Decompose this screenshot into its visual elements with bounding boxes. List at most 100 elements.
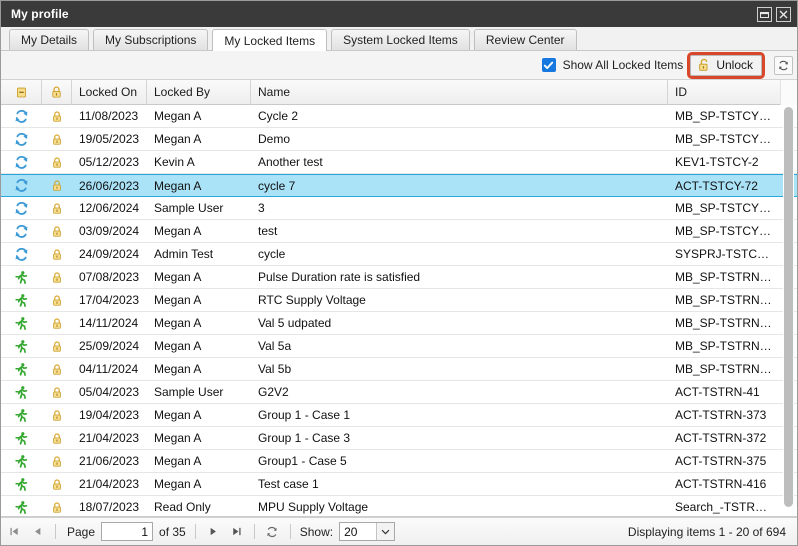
row-state-icon-cell[interactable] <box>1 312 42 334</box>
row-lock-icon-cell[interactable] <box>42 496 72 517</box>
row-lock-icon-cell[interactable] <box>42 404 72 426</box>
tab-system-locked-items[interactable]: System Locked Items <box>331 29 470 50</box>
row-state-icon-cell[interactable] <box>1 105 42 127</box>
cell-id: MB_SP-TSTCY… <box>668 128 782 150</box>
column-header-name[interactable]: Name <box>251 80 668 105</box>
close-icon <box>779 10 788 19</box>
table-row[interactable]: 14/11/2024Megan AVal 5 udpatedMB_SP-TSTR… <box>1 312 797 335</box>
lock-icon <box>51 501 63 514</box>
row-lock-icon-cell[interactable] <box>42 473 72 495</box>
row-lock-icon-cell[interactable] <box>42 266 72 288</box>
row-lock-icon-cell[interactable] <box>42 335 72 357</box>
row-lock-icon-cell[interactable] <box>42 289 72 311</box>
row-lock-icon-cell[interactable] <box>42 175 72 196</box>
cell-locked-by: Megan A <box>147 404 251 426</box>
row-lock-icon-cell[interactable] <box>42 381 72 403</box>
row-state-icon-cell[interactable] <box>1 473 42 495</box>
table-row[interactable]: 19/05/2023Megan ADemoMB_SP-TSTCY… <box>1 128 797 151</box>
show-all-locked-items-checkbox[interactable]: Show All Locked Items <box>542 58 684 72</box>
table-row[interactable]: 25/09/2024Megan AVal 5aMB_SP-TSTRN… <box>1 335 797 358</box>
row-lock-icon-cell[interactable] <box>42 105 72 127</box>
column-header-id[interactable]: ID <box>668 80 782 105</box>
next-page-button[interactable] <box>205 523 222 540</box>
scrollbar-thumb[interactable] <box>784 107 793 507</box>
tab-my-subscriptions[interactable]: My Subscriptions <box>93 29 208 50</box>
row-state-icon-cell[interactable] <box>1 289 42 311</box>
footer-separator-1 <box>55 524 56 539</box>
page-number-input[interactable] <box>101 522 153 541</box>
row-lock-icon-cell[interactable] <box>42 312 72 334</box>
row-lock-icon-cell[interactable] <box>42 243 72 265</box>
previous-page-button[interactable] <box>29 523 46 540</box>
table-row[interactable]: 21/04/2023Megan ATest case 1ACT-TSTRN-41… <box>1 473 797 496</box>
cell-locked-by: Megan A <box>147 289 251 311</box>
table-row[interactable]: 11/08/2023Megan ACycle 2MB_SP-TSTCY… <box>1 105 797 128</box>
row-state-icon-cell[interactable] <box>1 128 42 150</box>
tab-my-details[interactable]: My Details <box>9 29 89 50</box>
locked-on-text: 05/12/2023 <box>79 155 140 169</box>
cell-name: test <box>251 220 668 242</box>
row-state-icon-cell[interactable] <box>1 404 42 426</box>
table-row[interactable]: 24/09/2024Admin TestcycleSYSPRJ-TSTC… <box>1 243 797 266</box>
last-page-button[interactable] <box>228 523 245 540</box>
toolbar-refresh-button[interactable] <box>774 56 793 75</box>
minimize-icon <box>760 10 769 19</box>
table-row[interactable]: 04/11/2024Megan AVal 5bMB_SP-TSTRN… <box>1 358 797 381</box>
row-lock-icon-cell[interactable] <box>42 197 72 219</box>
row-state-icon-cell[interactable] <box>1 151 42 173</box>
table-row[interactable]: 05/04/2023Sample UserG2V2ACT-TSTRN-41 <box>1 381 797 404</box>
table-row[interactable]: 21/06/2023Megan AGroup1 - Case 5ACT-TSTR… <box>1 450 797 473</box>
column-header-locked-by[interactable]: Locked By <box>147 80 251 105</box>
column-header-locked-on[interactable]: Locked On <box>72 80 147 105</box>
cell-locked-by: Megan A <box>147 358 251 380</box>
row-state-icon-cell[interactable] <box>1 335 42 357</box>
table-row[interactable]: 21/04/2023Megan AGroup 1 - Case 3ACT-TST… <box>1 427 797 450</box>
page-size-select[interactable]: 20 <box>339 522 395 541</box>
note-icon <box>15 86 28 99</box>
unlock-button[interactable]: Unlock <box>690 55 762 76</box>
row-state-icon-cell[interactable] <box>1 450 42 472</box>
row-lock-icon-cell[interactable] <box>42 220 72 242</box>
tab-my-locked-items[interactable]: My Locked Items <box>212 29 327 51</box>
locked-on-text: 14/11/2024 <box>79 316 140 330</box>
row-lock-icon-cell[interactable] <box>42 450 72 472</box>
table-row[interactable]: 18/07/2023Read OnlyMPU Supply VoltageSea… <box>1 496 797 517</box>
table-row[interactable]: 12/06/2024Sample User3MB_SP-TSTCY… <box>1 197 797 220</box>
table-row[interactable]: 05/12/2023Kevin AAnother testKEV1-TSTCY-… <box>1 151 797 174</box>
row-state-icon-cell[interactable] <box>1 266 42 288</box>
chevron-down-icon <box>376 523 394 540</box>
row-state-icon-cell[interactable] <box>1 197 42 219</box>
row-lock-icon-cell[interactable] <box>42 128 72 150</box>
column-header-lock[interactable] <box>42 80 72 105</box>
locked-by-text: Admin Test <box>154 247 244 261</box>
row-state-icon-cell[interactable] <box>1 427 42 449</box>
table-row[interactable]: 03/09/2024Megan AtestMB_SP-TSTCY… <box>1 220 797 243</box>
cell-name: Group 1 - Case 3 <box>251 427 668 449</box>
first-page-button[interactable] <box>6 523 23 540</box>
table-row[interactable]: 07/08/2023Megan APulse Duration rate is … <box>1 266 797 289</box>
locked-on-text: 21/04/2023 <box>79 431 140 445</box>
table-row[interactable]: 17/04/2023Megan ARTC Supply VoltageMB_SP… <box>1 289 797 312</box>
footer-refresh-button[interactable] <box>264 523 281 540</box>
minimize-button[interactable] <box>757 7 772 22</box>
close-button[interactable] <box>776 7 791 22</box>
cell-locked-on: 17/04/2023 <box>72 289 147 311</box>
id-text: ACT-TSTRN-41 <box>675 385 775 399</box>
row-lock-icon-cell[interactable] <box>42 427 72 449</box>
row-lock-icon-cell[interactable] <box>42 151 72 173</box>
row-state-icon-cell[interactable] <box>1 220 42 242</box>
unlock-label: Unlock <box>716 58 753 72</box>
row-state-icon-cell[interactable] <box>1 381 42 403</box>
row-state-icon-cell[interactable] <box>1 243 42 265</box>
id-text: MB_SP-TSTCY… <box>675 109 775 123</box>
table-row[interactable]: 26/06/2023Megan Acycle 7ACT-TSTCY-72 <box>1 174 797 197</box>
row-state-icon-cell[interactable] <box>1 175 42 196</box>
row-state-icon-cell[interactable] <box>1 358 42 380</box>
tab-review-center[interactable]: Review Center <box>474 29 577 50</box>
grid-vertical-scrollbar[interactable] <box>783 105 794 515</box>
column-header-state[interactable] <box>1 80 42 105</box>
table-row[interactable]: 19/04/2023Megan AGroup 1 - Case 1ACT-TST… <box>1 404 797 427</box>
row-state-icon-cell[interactable] <box>1 496 42 517</box>
id-text: SYSPRJ-TSTC… <box>675 247 775 261</box>
row-lock-icon-cell[interactable] <box>42 358 72 380</box>
